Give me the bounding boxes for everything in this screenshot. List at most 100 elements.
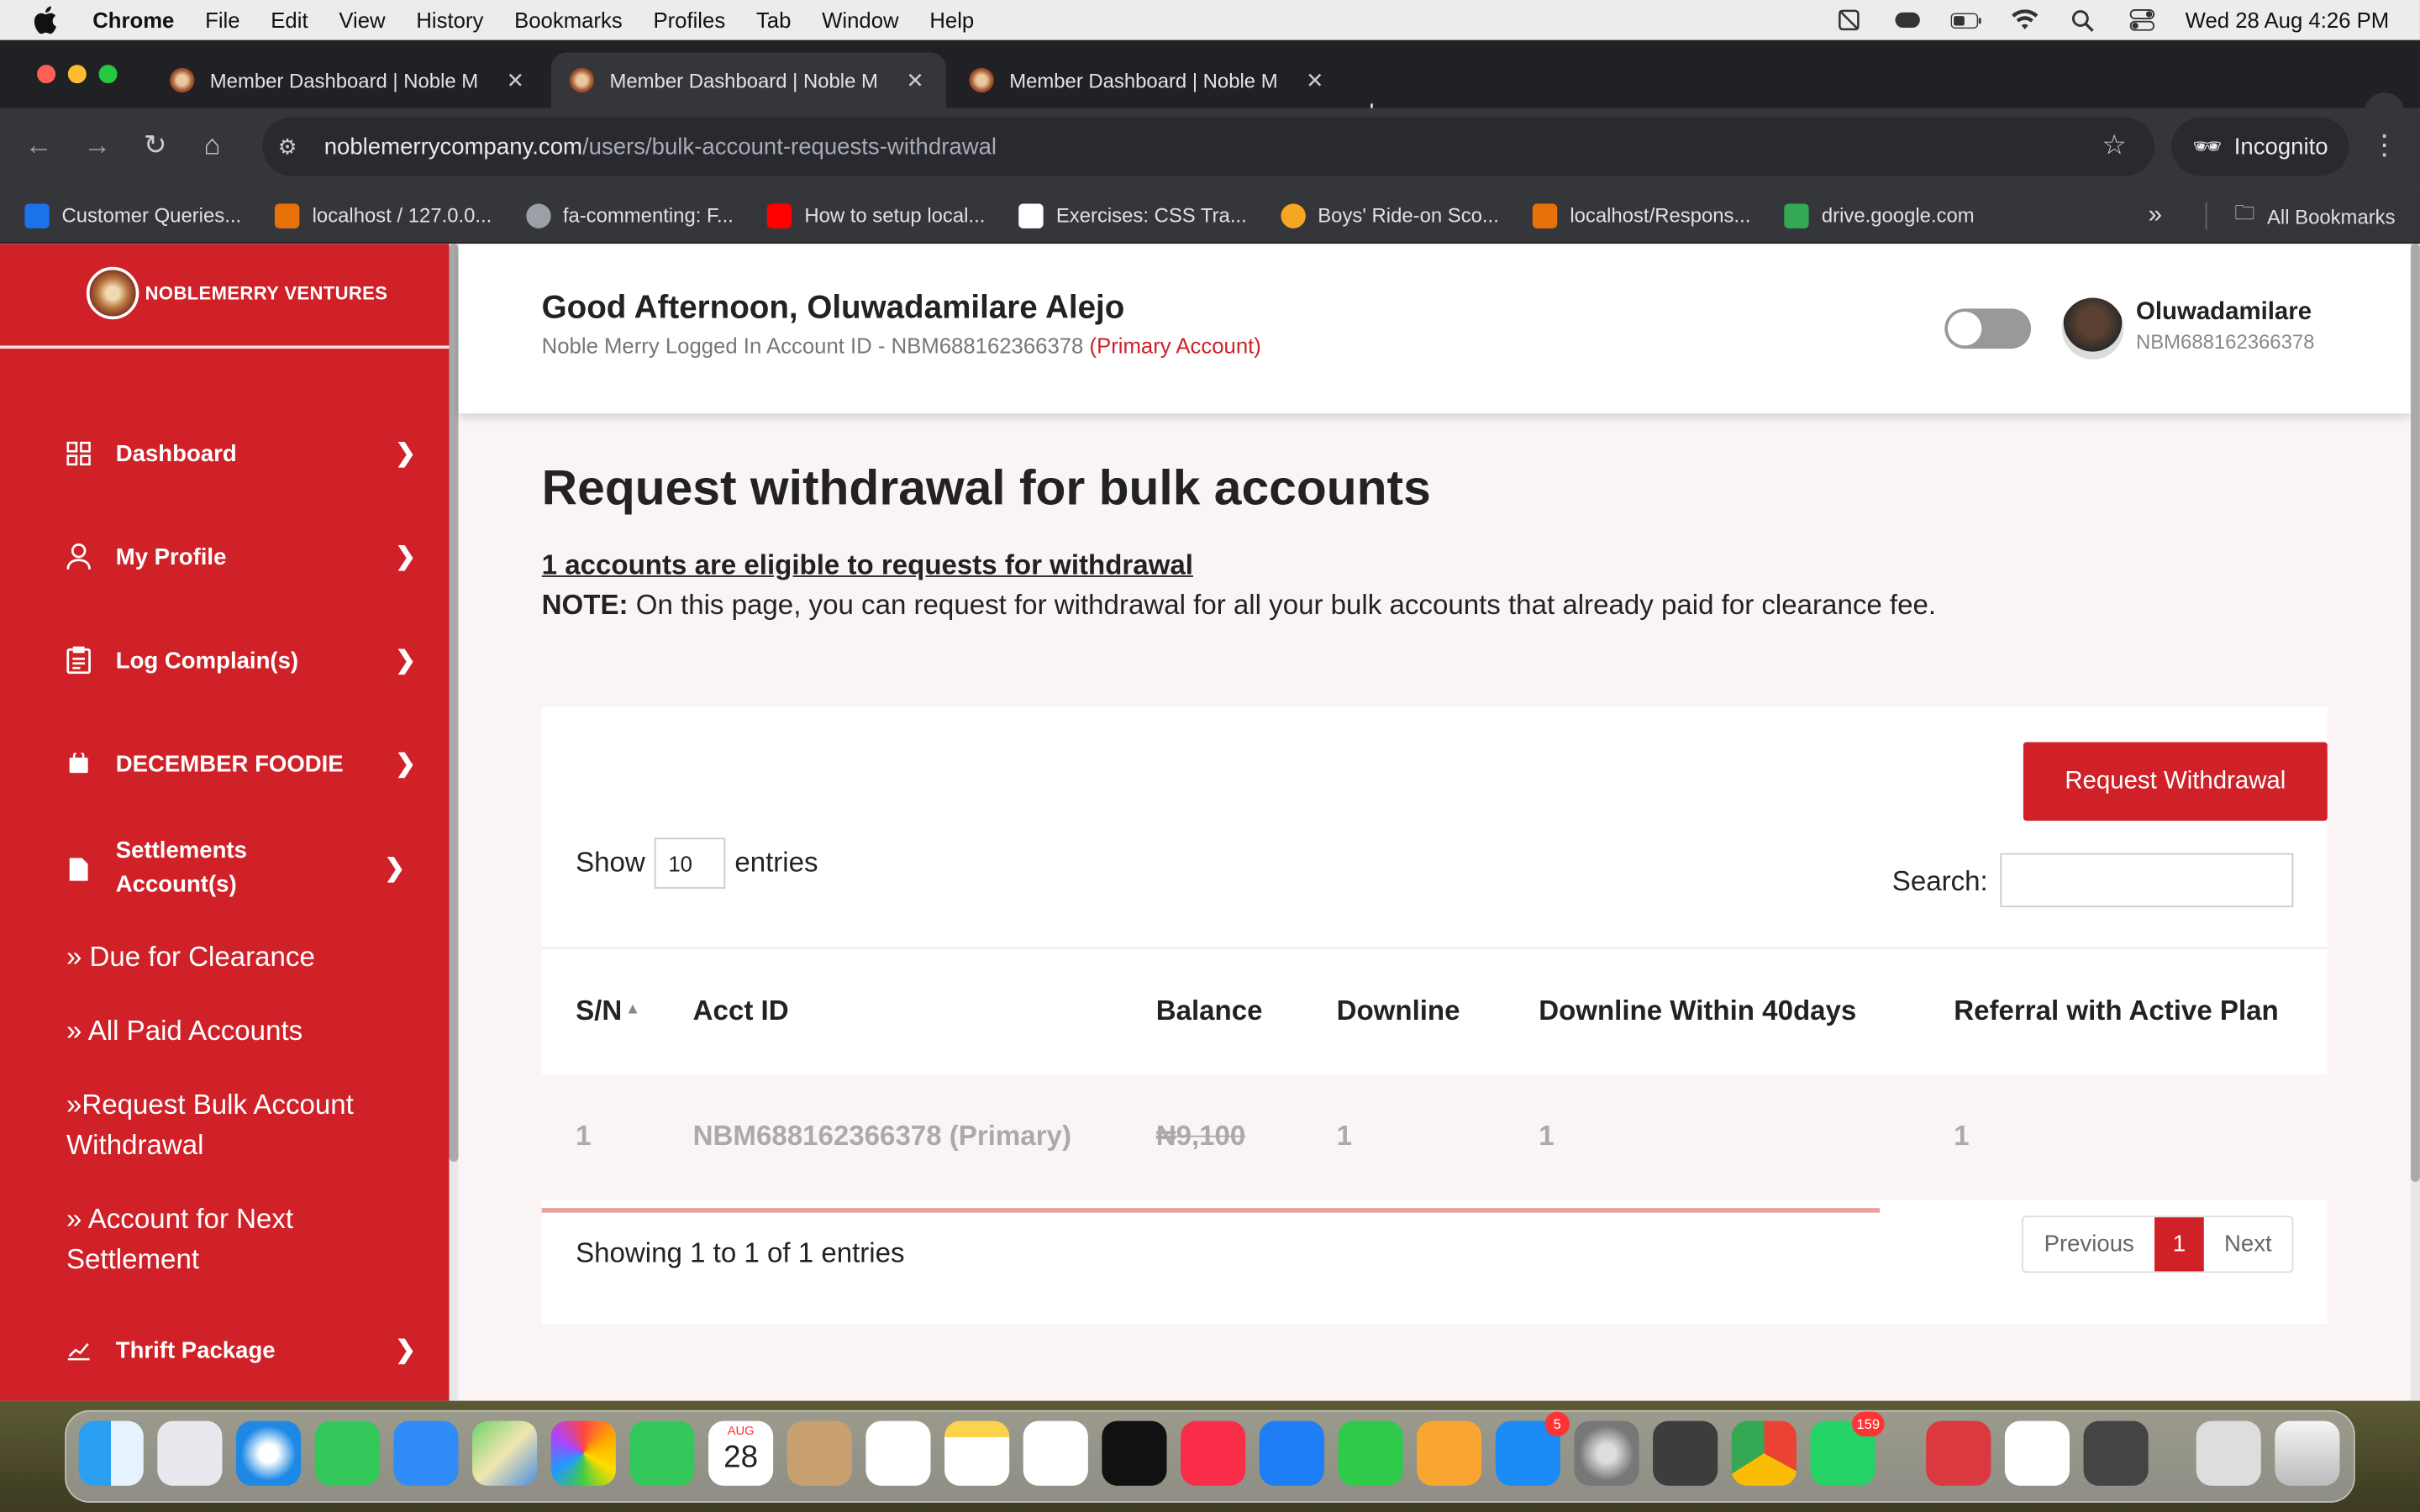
- sidebar-subitem-next-settlement[interactable]: » Account for Next Settlement: [66, 1199, 375, 1279]
- page-scrollbar-thumb[interactable]: [2410, 244, 2420, 1182]
- keynote-icon[interactable]: [1259, 1420, 1324, 1486]
- control-center-icon[interactable]: [2127, 8, 2158, 32]
- notes-icon[interactable]: [944, 1420, 1010, 1486]
- close-tab-icon[interactable]: ✕: [900, 67, 931, 93]
- menu-history[interactable]: History: [416, 8, 483, 32]
- freeform-icon[interactable]: [1023, 1420, 1088, 1486]
- bookmark-item[interactable]: Boys' Ride-on Sco...: [1281, 202, 1499, 228]
- menu-window[interactable]: Window: [822, 8, 898, 32]
- more-bookmarks-chevron-icon[interactable]: »: [2149, 202, 2162, 230]
- menu-edit[interactable]: Edit: [271, 8, 308, 32]
- page-scrollbar[interactable]: [2410, 244, 2420, 1401]
- bookmark-item[interactable]: Exercises: CSS Tra...: [1018, 202, 1247, 228]
- apple-tv-icon[interactable]: [1102, 1420, 1167, 1486]
- music-icon[interactable]: [1181, 1420, 1246, 1486]
- menu-app-name[interactable]: Chrome: [92, 8, 174, 32]
- downloads-folder-icon[interactable]: [2196, 1420, 2261, 1486]
- bookmark-item[interactable]: localhost / 127.0.0...: [275, 202, 492, 228]
- column-header-downline[interactable]: Downline: [1337, 995, 1460, 1028]
- app-store-icon[interactable]: 5: [1495, 1411, 1570, 1486]
- table-row[interactable]: 1 NBM688162366378 (Primary) ₦9,100 1 1 1: [541, 1074, 2328, 1200]
- expressvpn-icon[interactable]: [1892, 8, 1923, 32]
- menu-help[interactable]: Help: [929, 8, 974, 32]
- bookmark-item[interactable]: fa-commenting: F...: [525, 202, 734, 228]
- finder-icon[interactable]: [78, 1420, 144, 1486]
- browser-tab-active[interactable]: Member Dashboard | Noble M ✕: [550, 52, 946, 108]
- spotlight-search-icon[interactable]: [2068, 8, 2099, 32]
- safari-icon[interactable]: [236, 1420, 302, 1486]
- sidebar-item-settlements[interactable]: Settlements Account(s) ❯: [65, 835, 419, 903]
- apple-icon[interactable]: [31, 6, 59, 34]
- wifi-icon[interactable]: [2009, 8, 2040, 32]
- screen-mirror-off-icon[interactable]: [1833, 8, 1865, 32]
- site-settings-icon[interactable]: ⚙: [278, 134, 302, 159]
- menu-profiles[interactable]: Profiles: [653, 8, 725, 32]
- whatsapp-icon[interactable]: 159: [1810, 1411, 1885, 1486]
- all-bookmarks-label[interactable]: All Bookmarks: [2267, 204, 2396, 228]
- maps-icon[interactable]: [472, 1420, 538, 1486]
- numbers-icon[interactable]: [1338, 1420, 1403, 1486]
- request-withdrawal-button[interactable]: Request Withdrawal: [2023, 742, 2328, 822]
- sidebar-subitem-request-bulk[interactable]: »Request Bulk Account Withdrawal: [66, 1084, 421, 1165]
- pagination-page-1[interactable]: 1: [2154, 1217, 2205, 1272]
- bookmark-item[interactable]: localhost/Respons...: [1533, 202, 1750, 228]
- calculator-icon[interactable]: [2083, 1420, 2149, 1486]
- sort-arrows-icon[interactable]: ▲: [625, 1001, 640, 1018]
- reminders-icon[interactable]: [865, 1420, 931, 1486]
- sidebar-item-thrift-package[interactable]: Thrift Package ❯: [65, 1335, 419, 1366]
- pages-icon[interactable]: [1417, 1420, 1482, 1486]
- menu-bookmarks[interactable]: Bookmarks: [514, 8, 623, 32]
- pagination-previous[interactable]: Previous: [2024, 1217, 2154, 1271]
- sidebar-subitem-all-paid[interactable]: » All Paid Accounts: [66, 1011, 302, 1051]
- column-header-acct-id[interactable]: Acct ID: [693, 995, 789, 1028]
- eligible-accounts-link[interactable]: 1 accounts are eligible to requests for …: [542, 549, 1193, 582]
- photos-icon[interactable]: [550, 1420, 616, 1486]
- entries-select[interactable]: 10: [654, 837, 726, 889]
- sidebar-item-december-foodie[interactable]: DECEMBER FOODIE ❯: [65, 748, 419, 780]
- theme-toggle[interactable]: [1944, 308, 2032, 349]
- contacts-icon[interactable]: [786, 1420, 852, 1486]
- trash-icon[interactable]: [2275, 1420, 2340, 1486]
- column-header-balance[interactable]: Balance: [1156, 995, 1263, 1028]
- surfshark-icon[interactable]: [2004, 1420, 2070, 1486]
- mail-icon[interactable]: [393, 1420, 459, 1486]
- reload-icon[interactable]: ↻: [144, 129, 167, 162]
- calendar-icon[interactable]: AUG 28: [708, 1420, 774, 1486]
- address-bar[interactable]: ⚙ noblemerrycompany.com/users/bulk-accou…: [262, 117, 2155, 176]
- pagination-next[interactable]: Next: [2204, 1217, 2291, 1271]
- home-icon[interactable]: ⌂: [203, 129, 220, 162]
- brand-logo[interactable]: NOBLEMERRY VENTURES: [86, 265, 387, 321]
- table-horizontal-scrollbar[interactable]: [541, 1208, 1881, 1213]
- browser-tab[interactable]: Member Dashboard | Noble M ✕: [151, 52, 546, 108]
- messages-icon[interactable]: [314, 1420, 380, 1486]
- facetime-icon[interactable]: [629, 1420, 695, 1486]
- sidebar-item-my-profile[interactable]: My Profile ❯: [65, 542, 419, 573]
- avatar[interactable]: [2061, 297, 2124, 360]
- close-tab-icon[interactable]: ✕: [500, 67, 531, 93]
- menubar-clock[interactable]: Wed 28 Aug 4:26 PM: [2186, 8, 2390, 32]
- expressvpn-app-icon[interactable]: [1926, 1420, 1991, 1486]
- menu-tab[interactable]: Tab: [756, 8, 791, 32]
- close-tab-icon[interactable]: ✕: [1300, 67, 1331, 93]
- close-window-button[interactable]: [37, 65, 56, 84]
- column-header-referral-active[interactable]: Referral with Active Plan: [1954, 995, 2278, 1028]
- browser-menu-dots-icon[interactable]: ⋮: [2370, 129, 2398, 162]
- sidebar-item-log-complain[interactable]: Log Complain(s) ❯: [65, 645, 419, 676]
- incognito-indicator[interactable]: 🕶 Incognito: [2171, 117, 2349, 176]
- sidebar-scrollbar[interactable]: [449, 244, 459, 1401]
- bookmark-item[interactable]: How to setup local...: [767, 202, 985, 228]
- battery-icon[interactable]: [1950, 8, 1981, 32]
- menu-view[interactable]: View: [339, 8, 385, 32]
- bookmark-star-icon[interactable]: ☆: [2102, 129, 2127, 162]
- sidebar-subitem-due-clearance[interactable]: » Due for Clearance: [66, 937, 315, 977]
- back-arrow-icon[interactable]: ←: [24, 129, 52, 162]
- column-header-downline-40days[interactable]: Downline Within 40days: [1539, 995, 1856, 1028]
- sublime-text-icon[interactable]: [1653, 1420, 1718, 1486]
- column-header-sn[interactable]: S/N ▲: [576, 995, 640, 1028]
- sidebar-item-dashboard[interactable]: Dashboard ❯: [65, 438, 419, 470]
- address-url[interactable]: noblemerrycompany.com/users/bulk-account…: [324, 134, 997, 160]
- launchpad-icon[interactable]: [157, 1420, 223, 1486]
- browser-tab[interactable]: Member Dashboard | Noble M ✕: [950, 52, 1345, 108]
- sidebar-scrollbar-thumb[interactable]: [449, 244, 459, 1163]
- forward-arrow-icon[interactable]: →: [83, 129, 111, 162]
